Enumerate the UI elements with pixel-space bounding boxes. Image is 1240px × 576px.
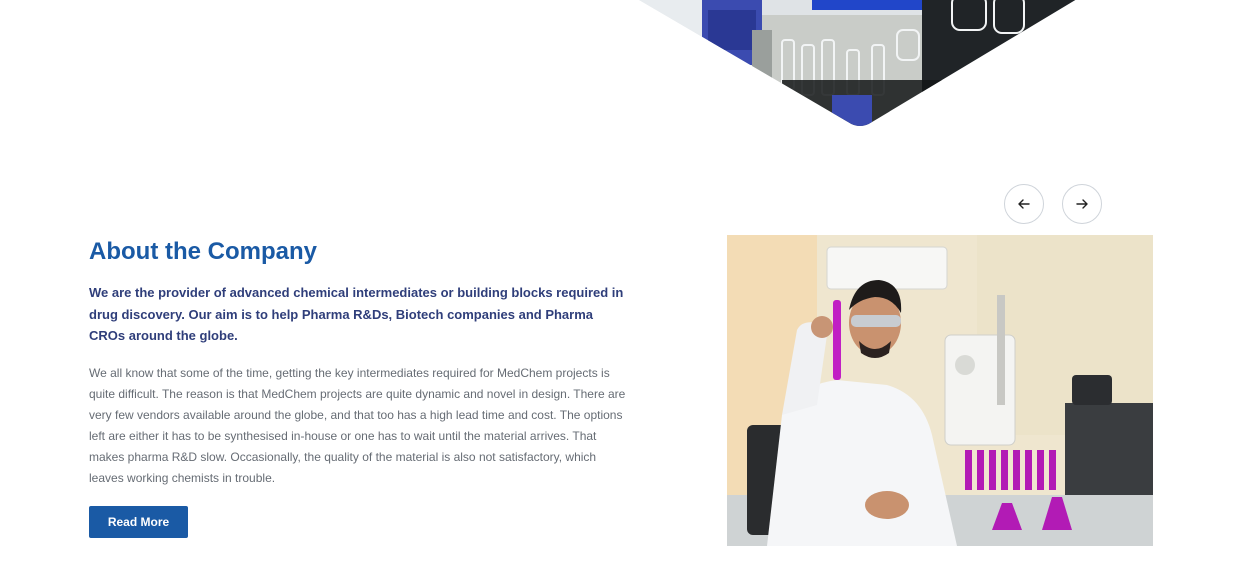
- carousel-prev-button[interactable]: [1004, 184, 1044, 224]
- arrow-right-icon: [1076, 199, 1088, 209]
- section-title: About the Company: [89, 238, 317, 265]
- arrow-left-icon: [1018, 199, 1030, 209]
- lead-paragraph: We are the provider of advanced chemical…: [89, 285, 624, 343]
- carousel-next-button[interactable]: [1062, 184, 1102, 224]
- hero-lab-image: [622, 0, 1092, 130]
- scientist-lab-photo: [727, 235, 1153, 546]
- body-paragraph: We all know that some of the time, getti…: [89, 366, 626, 485]
- read-more-button[interactable]: Read More: [89, 506, 188, 538]
